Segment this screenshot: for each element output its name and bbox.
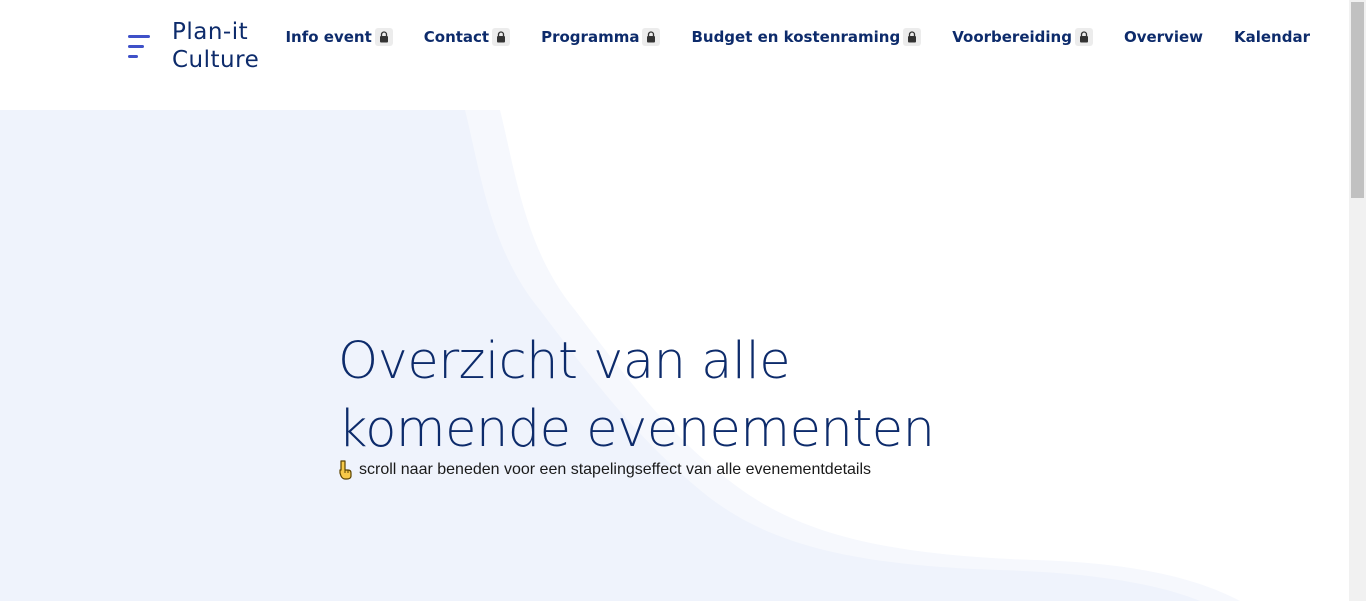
lock-icon [492,28,511,46]
nav-item-overview[interactable]: Overview [1124,28,1203,46]
lock-icon [1074,28,1093,46]
page-title-line1: Overzicht van alle [338,332,791,391]
nav-item-label: Info event [285,28,372,46]
page-title-line2: komende evenementen [338,400,935,459]
lock-icon [374,28,393,46]
menu-lines-icon [128,31,150,61]
site-logo[interactable]: Plan-it Culture [128,18,259,74]
site-header: Plan-it Culture Info event Contact Progr… [0,0,1349,110]
lock-icon [642,28,661,46]
hero-section: Overzicht van alle komende evenementen s… [0,110,1349,601]
hero-subtitle: scroll naar beneden voor een stapelingse… [338,460,871,480]
logo-text-line1: Plan-it [172,19,249,45]
scrollbar-thumb[interactable] [1351,2,1364,198]
vertical-scrollbar[interactable] [1349,0,1366,601]
nav-item-label: Contact [423,28,490,46]
hero-subtitle-text: scroll naar beneden voor een stapelingse… [359,461,872,478]
logo-text: Plan-it Culture [172,18,259,74]
nav-item-label: Kalendar [1234,28,1310,46]
nav-item-info-event[interactable]: Info event [285,28,393,46]
nav-item-label: Overview [1123,28,1203,46]
nav-item-label: Programma [541,28,640,46]
nav-item-label: Budget en kostenraming [691,28,901,46]
nav-item-contact[interactable]: Contact [423,28,511,46]
main-nav: Info event Contact Programma Budget en k… [285,28,1310,46]
page-title: Overzicht van alle komende evenementen [338,328,935,464]
nav-item-voorbereiding[interactable]: Voorbereiding [952,28,1093,46]
nav-item-programma[interactable]: Programma [541,28,661,46]
pointing-down-hand-icon [338,460,354,480]
page: Plan-it Culture Info event Contact Progr… [0,0,1366,601]
nav-item-kalendar[interactable]: Kalendar [1234,28,1310,46]
lock-icon [903,28,922,46]
nav-item-budget[interactable]: Budget en kostenraming [691,28,922,46]
logo-text-line2: Culture [172,47,260,73]
nav-item-label: Voorbereiding [952,28,1072,46]
